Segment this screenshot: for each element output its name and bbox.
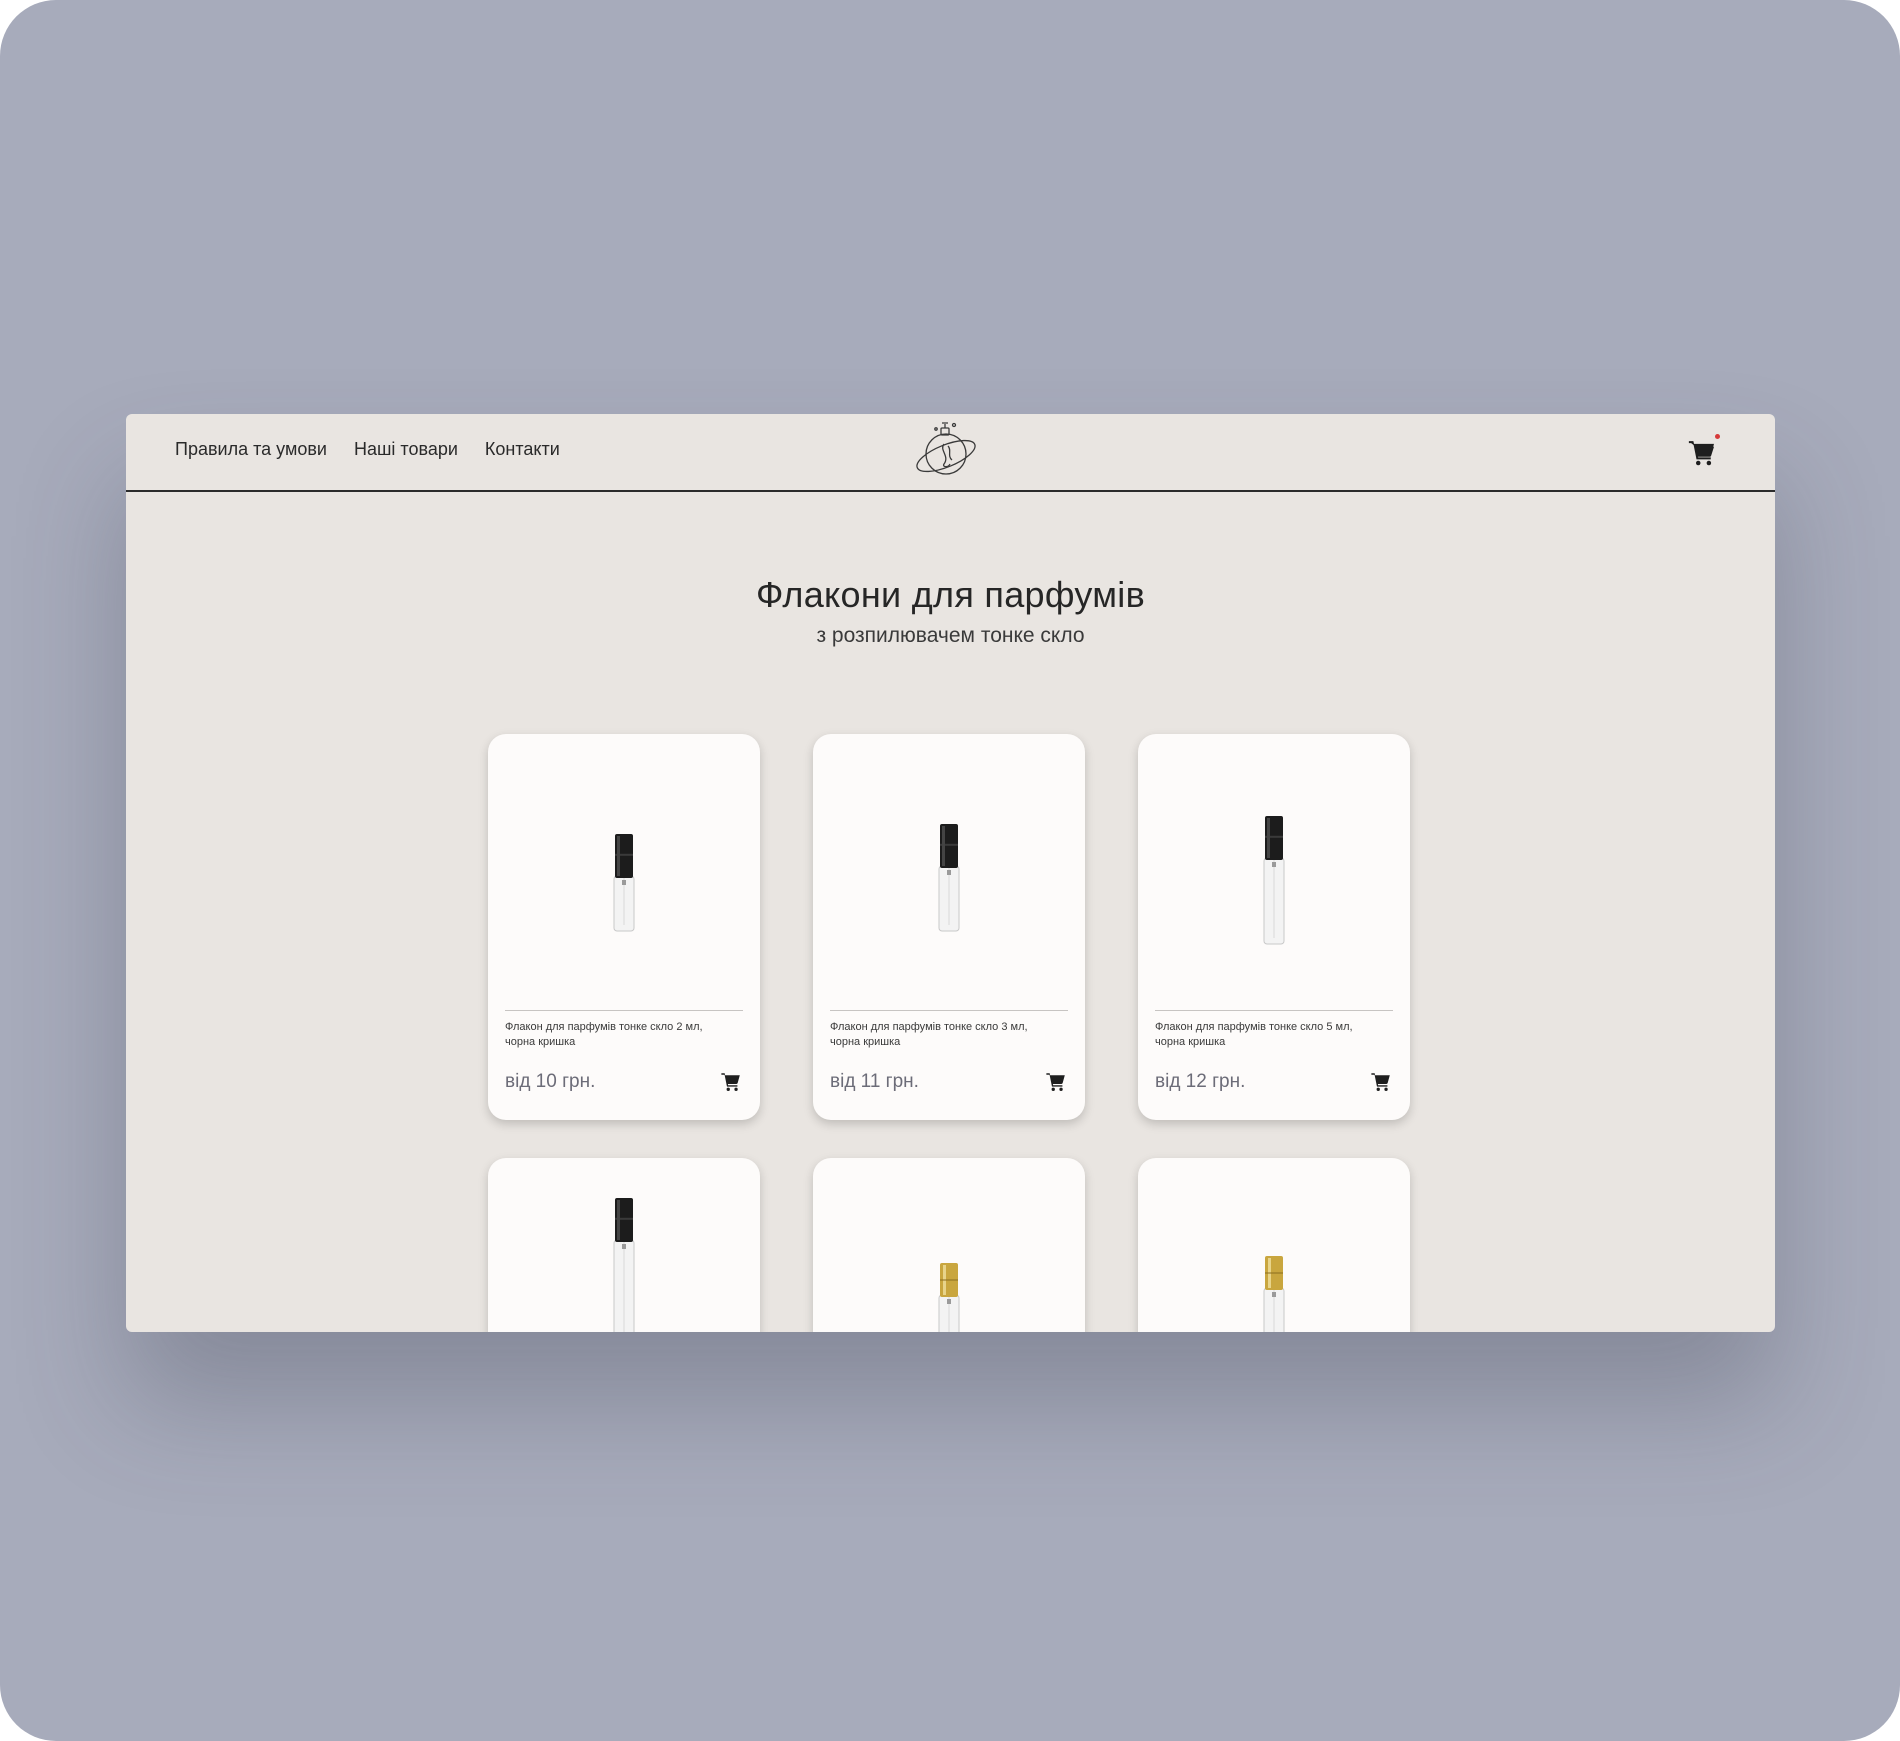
product-card[interactable]: Флакон для парфумів тонке скло 2 мл, чор… [488,734,760,1120]
cart-icon [1371,1073,1390,1091]
nav-link-contacts[interactable]: Контакти [485,439,560,460]
main-nav: Правила та умови Наші товари Контакти [175,439,560,460]
product-price: від 10 грн. [505,1071,596,1092]
product-price: від 11 грн. [830,1071,919,1092]
product-price: від 12 грн. [1155,1071,1246,1092]
perfume-bottle-icon [613,1198,635,1332]
product-image [813,734,1085,1010]
perfume-bottle-icon [1263,1256,1285,1332]
card-divider [1155,1010,1393,1011]
card-divider [830,1010,1068,1011]
planet-bottle-logo[interactable] [914,418,980,484]
site-header: Правила та умови Наші товари Контакти [126,414,1775,492]
add-to-cart-button[interactable] [1044,1071,1068,1093]
add-to-cart-button[interactable] [719,1071,743,1093]
product-image [813,1158,1085,1332]
product-grid: Флакон для парфумів тонке скло 2 мл, чор… [488,734,1410,1332]
product-card[interactable]: Флакон для парфумів тонке скло 3 мл, чор… [813,734,1085,1120]
product-name[interactable]: Флакон для парфумів тонке скло 5 мл, чор… [1155,1020,1380,1050]
cart-badge-dot [1715,434,1720,439]
card-divider [505,1010,743,1011]
product-card[interactable] [488,1158,760,1332]
hero: Флакони для парфумів з розпилювачем тонк… [126,574,1775,648]
product-card[interactable] [1138,1158,1410,1332]
browser-window: Правила та умови Наші товари Контакти Фл… [126,414,1775,1332]
nav-link-products[interactable]: Наші товари [354,439,458,460]
perfume-bottle-icon [1263,816,1285,945]
product-image [1138,734,1410,1010]
product-image [1138,1158,1410,1332]
page-title: Флакони для парфумів [755,574,1146,615]
perfume-bottle-icon [613,834,635,932]
add-to-cart-button[interactable] [1369,1071,1393,1093]
cart-icon [1046,1073,1065,1091]
perfume-bottle-icon [938,824,960,932]
perfume-bottle-icon [938,1263,960,1332]
product-image [488,734,760,1010]
cart-icon [721,1073,740,1091]
product-card[interactable] [813,1158,1085,1332]
product-name[interactable]: Флакон для парфумів тонке скло 3 мл, чор… [830,1020,1055,1050]
cart-icon [1688,441,1714,466]
header-cart-button[interactable] [1687,434,1723,468]
product-card[interactable]: Флакон для парфумів тонке скло 5 мл, чор… [1138,734,1410,1120]
nav-link-terms[interactable]: Правила та умови [175,439,327,460]
page-subtitle: з розпилювачем тонке скло [816,624,1085,647]
product-name[interactable]: Флакон для парфумів тонке скло 2 мл, чор… [505,1020,730,1050]
product-image [488,1158,760,1332]
